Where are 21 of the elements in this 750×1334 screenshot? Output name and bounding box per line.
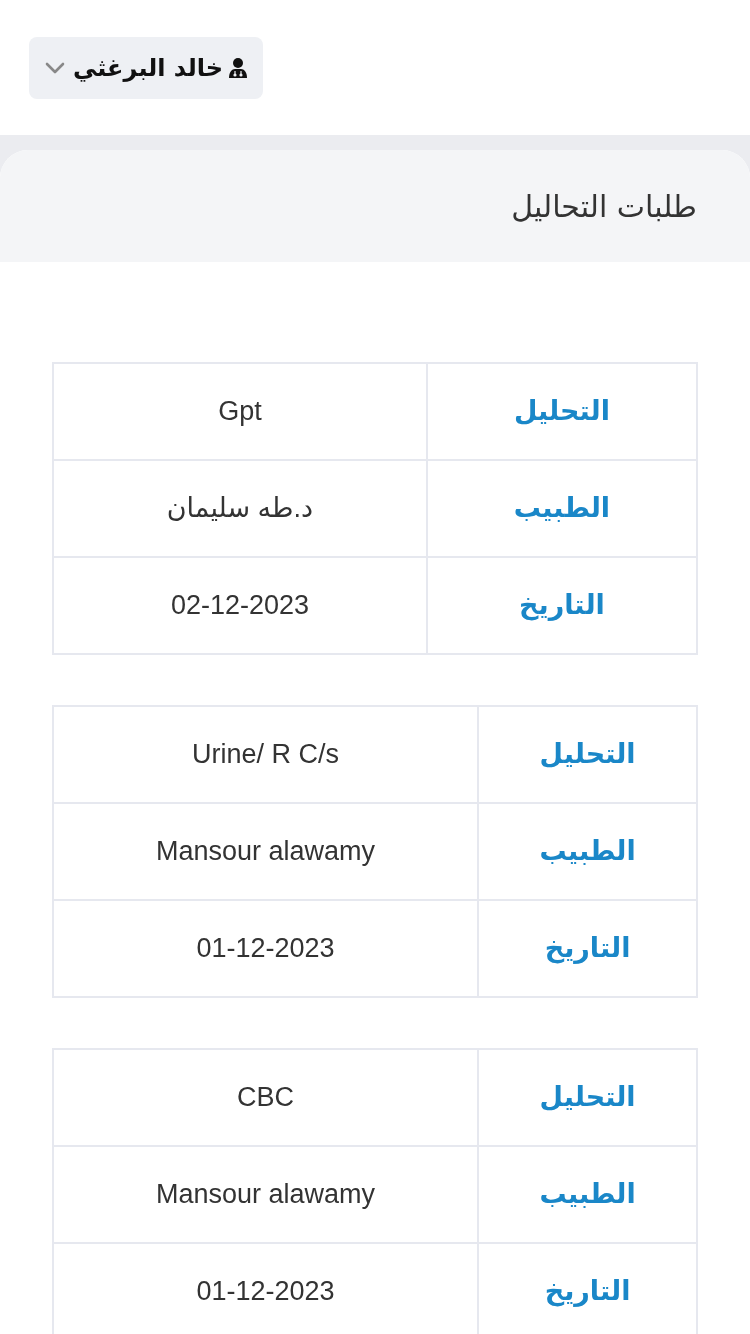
user-menu-button[interactable]: خالد البرغثي: [29, 37, 263, 99]
row-header-cell: التاريخ: [426, 557, 697, 654]
row-header-cell: الطبيب: [478, 803, 697, 900]
row-header-cell: الطبيب: [478, 1146, 697, 1243]
table-cell: د.طه سليمان: [53, 460, 427, 557]
table-cell: 02-12-2023: [53, 557, 427, 654]
row-header-cell: التحليل: [478, 1049, 697, 1146]
table-cell: CBC: [53, 1049, 479, 1146]
table-cell: 01-12-2023: [53, 900, 479, 997]
doctor-icon: [229, 58, 247, 78]
row-header-cell: التحليل: [426, 363, 697, 460]
row-header-cell: التاريخ: [478, 900, 697, 997]
chevron-down-icon: [45, 62, 65, 74]
card-title: طلبات التحاليل: [511, 187, 697, 226]
row-header-cell: الطبيب: [426, 460, 697, 557]
row-header-cell: التحليل: [478, 706, 697, 803]
table-cell: Gpt: [53, 363, 427, 460]
table-cell: Mansour alawamy: [53, 1146, 479, 1243]
table-cell: Mansour alawamy: [53, 803, 479, 900]
row-header-cell: التاريخ: [478, 1243, 697, 1334]
table-cell: Urine/ R C/s: [53, 706, 479, 803]
